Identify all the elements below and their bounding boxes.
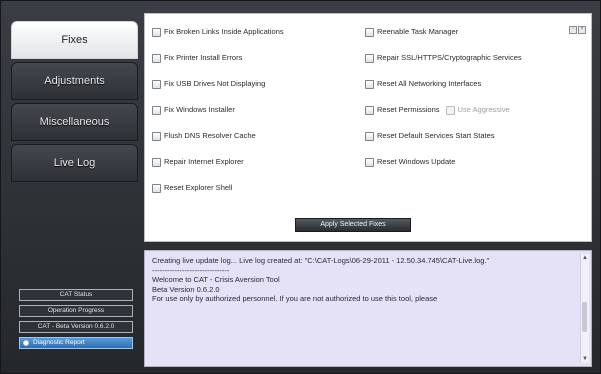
checkbox[interactable] <box>152 131 161 141</box>
fix-option-label: Reset Permissions <box>377 105 440 115</box>
fix-option[interactable]: Fix Windows Installer <box>152 104 284 130</box>
tab-fixes[interactable]: Fixes <box>11 21 138 59</box>
fix-option[interactable]: Reset All Networking Interfaces <box>365 78 522 104</box>
fix-option[interactable]: Fix Printer Install Errors <box>152 52 284 78</box>
tab-miscellaneous[interactable]: Miscellaneous <box>11 103 138 141</box>
checkbox[interactable] <box>365 105 374 115</box>
fix-option[interactable]: Repair Internet Explorer <box>152 156 284 182</box>
checkbox[interactable] <box>152 27 161 37</box>
checkbox[interactable] <box>365 157 374 167</box>
report-radio-icon <box>23 340 29 346</box>
fix-option-label: Reset Explorer Shell <box>164 183 233 193</box>
fixes-left-column: Fix Broken Links Inside Applications Fix… <box>152 26 284 208</box>
fix-option-label: Reset All Networking Interfaces <box>377 79 482 89</box>
fix-option[interactable]: Flush DNS Resolver Cache <box>152 130 284 156</box>
fix-option-label: Reenable Task Manager <box>377 27 459 37</box>
diagnostic-report-label: Diagnostic Report <box>33 339 85 346</box>
checkbox[interactable] <box>152 105 161 115</box>
checkbox[interactable] <box>152 157 161 167</box>
use-aggressive-label: Use Aggressive <box>457 105 510 115</box>
app-window: Fixes Adjustments Miscellaneous Live Log… <box>0 0 601 374</box>
fix-option-label: Reset Windows Update <box>377 157 456 167</box>
fix-option[interactable]: Fix USB Drives Not Displaying <box>152 78 284 104</box>
fix-option-label: Reset Default Services Start States <box>377 131 495 141</box>
fix-option-label: Fix Broken Links Inside Applications <box>164 27 284 37</box>
cat-status-label: CAT Status <box>19 289 133 301</box>
log-line: Creating live update log... Live log cre… <box>152 256 490 265</box>
fix-option-label: Flush DNS Resolver Cache <box>164 131 256 141</box>
log-scrollbar[interactable]: ▲ ▼ <box>580 254 589 363</box>
use-aggressive-option[interactable]: Use Aggressive <box>445 105 510 115</box>
fix-option[interactable]: Reset Permissions Use Aggressive <box>365 104 522 130</box>
log-line: Welcome to CAT - Crisis Aversion Tool <box>152 275 280 284</box>
checkbox[interactable] <box>152 53 161 63</box>
fixes-panel: ▫ × Fix Broken Links Inside Applications … <box>144 13 592 242</box>
diagnostic-report-button[interactable]: Diagnostic Report <box>19 337 133 349</box>
fix-option-label: Fix Windows Installer <box>164 105 235 115</box>
checkbox[interactable] <box>365 79 374 89</box>
tab-live-log[interactable]: Live Log <box>11 144 138 182</box>
checkbox[interactable] <box>445 105 455 115</box>
log-line: For use only by authorized personnel. If… <box>152 294 438 303</box>
fix-option[interactable]: Fix Broken Links Inside Applications <box>152 26 284 52</box>
checkbox[interactable] <box>152 183 161 193</box>
live-log-panel: Creating live update log... Live log cre… <box>144 250 592 367</box>
fix-option[interactable]: Reset Explorer Shell <box>152 182 284 208</box>
panel-window-controls: ▫ × <box>568 17 586 35</box>
apply-selected-fixes-button[interactable]: Apply Selected Fixes <box>295 218 411 232</box>
scroll-down-icon[interactable]: ▼ <box>581 355 589 363</box>
scroll-up-icon[interactable]: ▲ <box>581 254 589 262</box>
fix-option[interactable]: Reenable Task Manager <box>365 26 522 52</box>
checkbox[interactable] <box>365 53 374 63</box>
fix-option-label: Fix Printer Install Errors <box>164 53 243 63</box>
fixes-right-column: Reenable Task Manager Repair SSL/HTTPS/C… <box>365 26 522 182</box>
status-area: CAT Status Operation Progress CAT - Beta… <box>19 289 133 353</box>
version-label: CAT - Beta Version 0.6.2.0 <box>19 321 133 333</box>
log-text-area[interactable]: Creating live update log... Live log cre… <box>152 256 567 304</box>
fix-option-label: Repair SSL/HTTPS/Cryptographic Services <box>377 53 522 63</box>
fix-option-label: Repair Internet Explorer <box>164 157 244 167</box>
scroll-thumb[interactable] <box>582 302 587 332</box>
fix-option[interactable]: Reset Default Services Start States <box>365 130 522 156</box>
fix-option-label: Fix USB Drives Not Displaying <box>164 79 266 89</box>
fix-option[interactable]: Repair SSL/HTTPS/Cryptographic Services <box>365 52 522 78</box>
checkbox[interactable] <box>152 79 161 89</box>
close-icon[interactable]: × <box>578 26 586 34</box>
sidebar-nav: Fixes Adjustments Miscellaneous Live Log <box>11 21 140 185</box>
log-line: ------------------------------- <box>152 265 230 275</box>
operation-progress-label: Operation Progress <box>19 305 133 317</box>
fix-option[interactable]: Reset Windows Update <box>365 156 522 182</box>
restore-icon[interactable]: ▫ <box>569 26 577 34</box>
log-line: Beta Version 0.6.2.0 <box>152 284 220 294</box>
tab-adjustments[interactable]: Adjustments <box>11 62 138 100</box>
checkbox[interactable] <box>365 131 374 141</box>
checkbox[interactable] <box>365 27 374 37</box>
